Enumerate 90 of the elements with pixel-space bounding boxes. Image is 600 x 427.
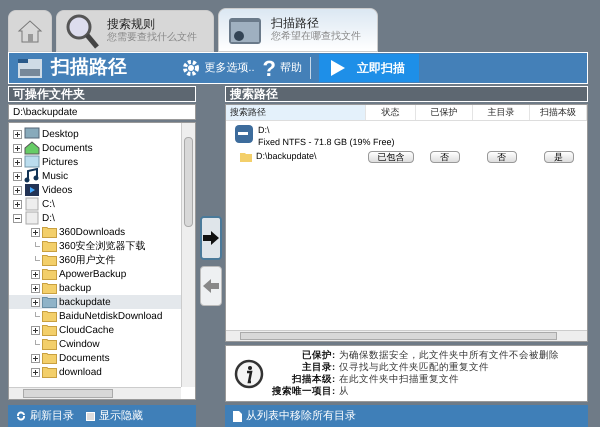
tree-item[interactable]: 360用户文件 [59,252,116,268]
toggle-button[interactable]: 已包含 [368,151,414,163]
expand-icon[interactable] [31,270,40,278]
column-header[interactable]: 状态 [366,105,416,120]
path-field[interactable]: D:\backupdate [8,104,196,120]
info-label: 扫描本级: [290,374,336,386]
info-icon [234,358,264,388]
tree-item[interactable]: CloudCache [59,322,114,338]
tree-item[interactable]: Cwindow [59,336,100,352]
tree-item[interactable]: Documents [42,140,93,156]
info-label: 搜索唯一项目: [272,386,336,398]
expand-icon[interactable] [13,158,22,166]
path-cell-text: D:\backupdate\ [256,150,317,164]
vertical-scrollbar[interactable] [181,123,196,387]
info-label: 主目录: [301,362,336,374]
tree-item[interactable]: 360Downloads [59,224,126,240]
help-icon: ? [262,52,276,84]
expand-icon[interactable] [31,354,40,362]
tree-item[interactable]: 360安全浏览器下载 [59,238,146,254]
tree-item[interactable]: Pictures [42,154,78,170]
drive-icon [24,196,40,212]
toggle-button[interactable]: 否 [430,151,460,163]
play-icon [331,60,345,76]
toolbar-title: 扫描路径 [51,56,127,80]
expand-icon[interactable] [13,200,22,208]
expand-icon[interactable] [13,172,22,180]
tab[interactable]: 扫描路径 您希望在哪查找文件 [218,8,378,52]
panel-heading: 搜索路径 [225,86,588,102]
right-arrow-icon [202,231,219,245]
music-note-icon [24,168,40,184]
column-header[interactable]: 已保护 [416,105,473,120]
house-icon [24,140,40,156]
info-text: 从 [339,386,350,398]
tree-item[interactable]: ApowerBackup [59,266,126,282]
refresh-link[interactable]: 刷新目录 [30,408,74,424]
drive-icon [24,210,40,226]
column-header[interactable]: 扫描本级 [530,105,587,120]
tree-item[interactable]: download [59,364,102,380]
collapse-icon[interactable] [13,214,22,222]
tree-item[interactable]: D:\ [42,210,55,226]
add-button[interactable] [200,216,222,260]
toggle-button[interactable]: 是 [544,151,574,163]
info-text: 为确保数据安全，此文件夹中所有文件不会被删除 [339,350,560,362]
tab-title: 搜索规则 [107,17,156,32]
tree-item[interactable]: Videos [42,182,72,198]
horizontal-scrollbar[interactable] [226,330,587,341]
expand-icon[interactable] [31,298,40,306]
remove-button[interactable] [200,266,222,306]
document-icon [233,410,242,422]
refresh-icon [16,411,26,421]
expand-icon[interactable] [13,130,22,138]
expand-icon[interactable] [13,186,22,194]
tree-item[interactable]: Desktop [42,126,79,142]
expand-icon[interactable] [31,326,40,334]
column-header[interactable]: 主目录 [473,105,530,120]
picture-icon [24,154,40,170]
toggle-button[interactable]: 否 [486,151,516,163]
remove-all-link[interactable]: 从列表中移除所有目录 [246,408,356,424]
tab-subtitle: 您需要查找什么文件 [107,32,197,45]
tab-subtitle: 您希望在哪查找文件 [271,31,361,44]
tree-item[interactable]: C:\ [42,196,55,212]
checkbox[interactable] [86,412,95,420]
tab[interactable] [8,10,52,52]
info-text: 仅寻找与此文件夹匹配的重复文件 [339,362,490,374]
left-arrow-icon [202,279,219,293]
expand-icon[interactable] [31,228,40,236]
tree-item[interactable]: Documents [59,350,110,366]
tree-item[interactable]: BaiduNetdiskDownload [59,308,162,324]
house-icon [17,19,43,43]
more-options-link[interactable]: 更多选项.. [204,60,255,76]
expand-icon[interactable] [31,368,40,376]
checkbox-label: 显示隐藏 [99,408,143,424]
info-text: 在此文件夹中扫描重复文件 [339,374,460,386]
help-link[interactable]: 帮助 [280,60,302,76]
tab-title: 扫描路径 [271,16,320,30]
expand-icon[interactable] [31,284,40,292]
gear-icon [182,59,200,77]
magnifier-icon [65,13,99,49]
expand-icon[interactable] [13,144,22,152]
tab[interactable]: 搜索规则 您需要查找什么文件 [56,10,214,52]
info-label: 已保护: [301,350,336,362]
tree-item[interactable]: Music [42,168,68,184]
horizontal-scrollbar[interactable] [9,387,182,399]
film-icon [24,182,40,198]
drive-info: Fixed NTFS - 71.8 GB (19% Free) [258,136,395,148]
tree-item[interactable]: backup [59,280,92,296]
panel-heading: 可操作文件夹 [8,86,196,102]
drive-icon [234,124,254,144]
column-header[interactable]: 搜索路径 [226,105,366,120]
drive-name: D:\ [258,124,271,136]
